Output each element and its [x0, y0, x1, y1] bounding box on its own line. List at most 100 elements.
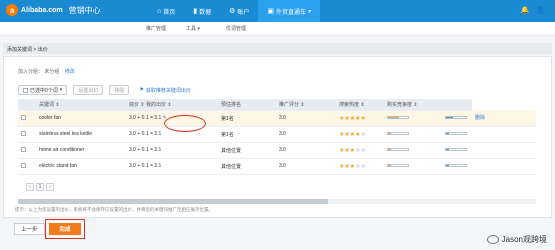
- stars-cell: ★★★★★: [336, 110, 384, 127]
- bid-cell[interactable]: 3.0 + 0.1 = 3.1: [126, 158, 218, 175]
- header-keyword[interactable]: 关键词 ⇕: [36, 99, 126, 111]
- competition-bar: [445, 164, 467, 167]
- nav-p4p[interactable]: ▣ 外贸直通车 ▾: [258, 0, 321, 22]
- subnav-tools[interactable]: 工具 ▾: [186, 25, 200, 32]
- nav-account[interactable]: ⚙ 账户: [220, 0, 258, 22]
- action-cell[interactable]: [472, 126, 536, 143]
- keyword-table: 关键词 ⇕ 底价 ⇕ 我的出价 ⇕ 预估排名 推广评分 ⇕ 搜索热度 ⇕ 购买竞…: [18, 99, 536, 175]
- toolbar: 已选中0个词 ▾ 设置出价 移除 ⚑ 获取推荐关键词出价: [18, 85, 195, 95]
- footer-note: 提示：以上为您设置的出价，系统将不会保存已设置的出价，并将您的关键词推广至相应展…: [15, 207, 213, 212]
- competition-cell: [442, 142, 472, 159]
- remove-button[interactable]: 移除: [109, 85, 130, 95]
- competition-bar: [445, 132, 467, 135]
- table-body: cooler fan 3.0 + 0.1 = 3.1 ✎ 第1名 3.0 ★★★★★ 删除…: [18, 110, 536, 175]
- bid-value: 3.0 + 0.1 = 3.1: [129, 131, 162, 137]
- table-row: electric stand fan 3.0 + 0.1 = 3.1 其他位置 3.0…: [18, 158, 536, 175]
- heat-cell: [384, 158, 442, 175]
- keyword-cell: home air conditioner: [36, 142, 126, 159]
- top-bar: a Alibaba.com 营销中心 ⌂ 首页 ▮ 数据 ⚙ 账户 ▣ 外贸直通…: [0, 0, 555, 22]
- competition-bar: [445, 148, 467, 151]
- logo[interactable]: a Alibaba.com 营销中心: [6, 4, 101, 16]
- stars-cell: ★★★★★: [336, 126, 384, 143]
- chevron-down-icon: ▾: [59, 87, 63, 93]
- next-page-button[interactable]: ›: [46, 183, 54, 191]
- bell-icon[interactable]: 🔔: [521, 6, 530, 14]
- set-bid-button[interactable]: 设置出价: [73, 85, 104, 95]
- p4p-icon: ▣: [267, 8, 275, 15]
- nav-account-label: 账户: [237, 9, 250, 16]
- home-icon: ⌂: [157, 7, 162, 15]
- heat-bar: [387, 132, 409, 135]
- action-cell[interactable]: [472, 142, 536, 159]
- rank-cell: 第1名: [218, 110, 276, 127]
- score-cell: 3.0: [276, 142, 336, 159]
- header-action: [442, 99, 472, 111]
- rank-cell: 第1名: [218, 126, 276, 143]
- row-checkbox[interactable]: [21, 130, 26, 136]
- bid-panel: 加入分组： 未分组 修改 已选中0个词 ▾ 设置出价 移除 ⚑ 获取推荐关键词出…: [3, 56, 552, 218]
- header-competition[interactable]: 购买竞争度 ⇕: [384, 99, 442, 111]
- select-dropdown-label: 已选中0个词: [30, 87, 58, 94]
- table-row: cooler fan 3.0 + 0.1 = 3.1 ✎ 第1名 3.0 ★★★★★ 删除: [18, 110, 536, 127]
- action-cell[interactable]: [472, 158, 536, 175]
- recommended-bid-label: 获取推荐关键词出价: [145, 87, 191, 94]
- action-cell[interactable]: 删除: [472, 110, 536, 127]
- select-all-checkbox[interactable]: [23, 87, 28, 93]
- nav-data[interactable]: ▮ 数据: [184, 0, 220, 22]
- header-checkbox: [18, 99, 36, 111]
- keyword-cell: electric stand fan: [36, 158, 126, 175]
- group-label: 加入分组：: [18, 69, 44, 75]
- heat-cell: [384, 110, 442, 127]
- stars-cell: ★★★★★: [336, 158, 384, 175]
- heat-cell: [384, 142, 442, 159]
- gear-icon: ⚙: [229, 8, 236, 15]
- chart-icon: ▮: [193, 8, 198, 15]
- scrollbar-thumb[interactable]: [18, 199, 328, 204]
- chevron-down-icon: ▾: [308, 8, 312, 15]
- heat-bar: [387, 116, 409, 119]
- delete-link[interactable]: 删除: [475, 115, 485, 121]
- heat-bar: [387, 148, 409, 151]
- sub-nav: 推广管理 工具 ▾ 优词管理: [0, 22, 555, 36]
- keyword-cell: stainless steel tea kettle: [36, 126, 126, 143]
- subnav-words[interactable]: 优词管理: [226, 25, 246, 32]
- competition-cell: [442, 110, 472, 127]
- done-button[interactable]: 完成: [49, 223, 81, 235]
- recommended-bid-link[interactable]: ⚑ 获取推荐关键词出价: [135, 85, 195, 95]
- row-checkbox[interactable]: [21, 146, 26, 152]
- competition-cell: [442, 158, 472, 175]
- bid-highlight-circle: [164, 115, 206, 132]
- header-heat[interactable]: 搜索热度 ⇕: [336, 99, 384, 111]
- prev-page-button[interactable]: ‹: [26, 183, 34, 191]
- nav-home[interactable]: ⌂ 首页: [148, 0, 184, 22]
- user-icon[interactable]: 👤: [536, 6, 545, 14]
- row-checkbox[interactable]: [21, 162, 26, 168]
- top-nav: ⌂ 首页 ▮ 数据 ⚙ 账户 ▣ 外贸直通车 ▾: [148, 0, 321, 22]
- star-rating: ★★★★★: [339, 147, 366, 154]
- competition-bar: [445, 116, 467, 119]
- competition-cell: [442, 126, 472, 143]
- rank-cell: 其他位置: [218, 158, 276, 175]
- star-rating: ★★★★★: [339, 131, 366, 138]
- group-edit-link[interactable]: 修改: [65, 69, 75, 75]
- header-bid[interactable]: 底价 ⇕ 我的出价 ⇕: [126, 99, 218, 111]
- header-score[interactable]: 推广评分 ⇕: [276, 99, 336, 111]
- row-checkbox-cell[interactable]: [18, 126, 36, 143]
- subnav-promotion[interactable]: 推广管理: [146, 25, 166, 32]
- row-checkbox-cell[interactable]: [18, 110, 36, 127]
- bid-cell[interactable]: 3.0 + 0.1 = 3.1: [126, 142, 218, 159]
- logo-text: Alibaba.com: [21, 6, 63, 14]
- logo-mark: a: [6, 4, 18, 16]
- header-rank: 预估排名: [218, 99, 276, 111]
- row-checkbox-cell[interactable]: [18, 142, 36, 159]
- horizontal-scrollbar[interactable]: [18, 199, 536, 204]
- heat-cell: [384, 126, 442, 143]
- table-row: stainless steel tea kettle 3.0 + 0.1 = 3.…: [18, 126, 536, 143]
- page-number[interactable]: 1: [36, 183, 44, 191]
- row-checkbox-cell[interactable]: [18, 158, 36, 175]
- keyword-cell: cooler fan: [36, 110, 126, 127]
- select-dropdown[interactable]: 已选中0个词 ▾: [18, 85, 68, 95]
- previous-step-button[interactable]: 上一步: [14, 223, 45, 235]
- row-checkbox[interactable]: [21, 114, 26, 120]
- nav-data-label: 数据: [199, 9, 212, 16]
